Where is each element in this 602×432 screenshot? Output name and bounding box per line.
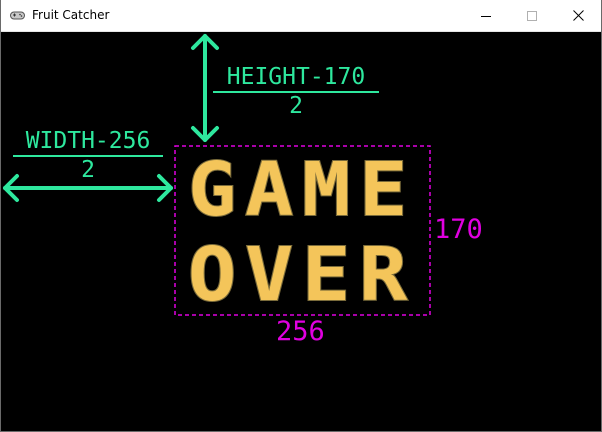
app-window: Fruit Catcher GAME OVER HEIGHT-170 2 WID…: [0, 0, 602, 432]
maximize-icon: [527, 10, 537, 21]
width-offset-denominator: 2: [81, 157, 95, 183]
window-title: Fruit Catcher: [32, 8, 110, 22]
sprite-width-label: 256: [276, 316, 325, 347]
sprite-line-over: OVER: [188, 232, 416, 318]
minimize-button[interactable]: [463, 0, 509, 31]
close-button[interactable]: [555, 0, 601, 31]
title-bar[interactable]: Fruit Catcher: [1, 0, 601, 32]
minimize-icon: [481, 15, 491, 17]
game-over-sprite: GAME OVER: [187, 146, 416, 319]
game-canvas[interactable]: GAME OVER HEIGHT-170 2 WIDTH-256 2 170 2…: [1, 32, 601, 431]
height-offset-numerator: HEIGHT-170: [213, 64, 379, 93]
height-offset-denominator: 2: [289, 93, 303, 119]
sprite-height-label: 170: [434, 214, 483, 245]
width-offset-numerator: WIDTH-256: [13, 128, 163, 157]
sprite-line-game: GAME: [188, 147, 416, 233]
height-offset-label: HEIGHT-170 2: [213, 64, 379, 119]
width-offset-label: WIDTH-256 2: [13, 128, 163, 183]
close-icon: [572, 10, 584, 21]
maximize-button[interactable]: [509, 0, 555, 31]
gamepad-icon: [10, 11, 25, 20]
